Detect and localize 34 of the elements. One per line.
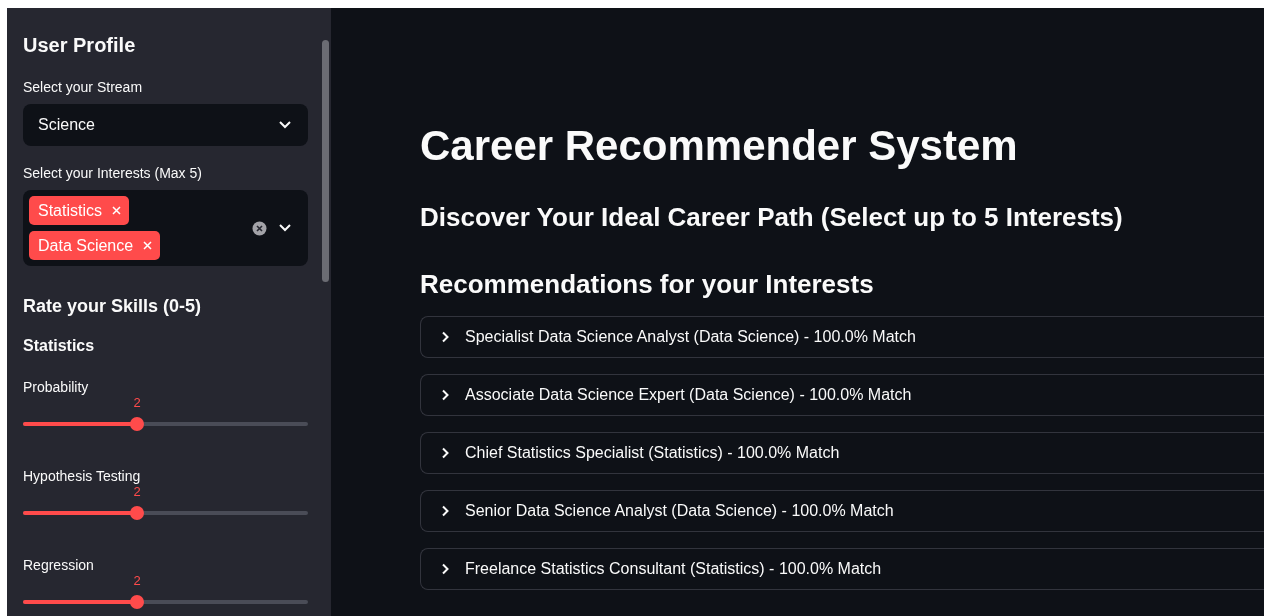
recommendation-expander[interactable]: Associate Data Science Expert (Data Science) - 100.0% Match: [420, 374, 1264, 416]
slider-thumb[interactable]: [130, 417, 144, 431]
chevron-down-icon: [278, 120, 292, 130]
section-heading: Rate your Skills (0-5): [23, 296, 203, 317]
clear-icon[interactable]: [252, 220, 267, 236]
slider-label: Regression: [23, 557, 95, 573]
stream-select[interactable]: Science: [23, 104, 308, 146]
slider-value: 2: [133, 573, 141, 588]
slider-thumb[interactable]: [130, 595, 144, 609]
group-heading: Statistics: [23, 337, 96, 355]
recommendation-expander[interactable]: Chief Statistics Specialist (Statistics) - 100.0% Match: [420, 432, 1264, 474]
remove-icon[interactable]: [112, 206, 121, 215]
section-heading: Recommendations for your Interests: [420, 269, 875, 300]
slider-thumb[interactable]: [130, 506, 144, 520]
field-label: Select your Interests (Max 5): [23, 165, 203, 181]
chevron-right-icon: [440, 331, 450, 343]
sidebar-title: User Profile: [23, 34, 137, 57]
chevron-right-icon: [440, 563, 450, 575]
remove-icon[interactable]: [143, 241, 153, 250]
slider-label: Probability: [23, 379, 90, 395]
page-subtitle: Discover Your Ideal Career Path (Select up to 5 Interests): [420, 202, 1124, 233]
chevron-right-icon: [440, 447, 450, 459]
page-title: Career Recommender System: [420, 122, 1019, 170]
chevron-right-icon: [440, 505, 450, 517]
recommendation-expander[interactable]: Freelance Statistics Consultant (Statistics) - 100.0% Match: [420, 548, 1264, 590]
slider-label: Hypothesis Testing: [23, 468, 142, 484]
recommendation-expander[interactable]: Senior Data Science Analyst (Data Science) - 100.0% Match: [420, 490, 1264, 532]
slider-value: 2: [133, 484, 141, 499]
recommendation-expander[interactable]: Specialist Data Science Analyst (Data Science) - 100.0% Match: [420, 316, 1264, 358]
scrollbar-thumb[interactable]: [322, 40, 329, 282]
chevron-down-icon[interactable]: [278, 223, 292, 233]
field-label: Select your Stream: [23, 79, 144, 95]
chevron-right-icon: [440, 389, 450, 401]
slider-value: 2: [133, 395, 141, 410]
